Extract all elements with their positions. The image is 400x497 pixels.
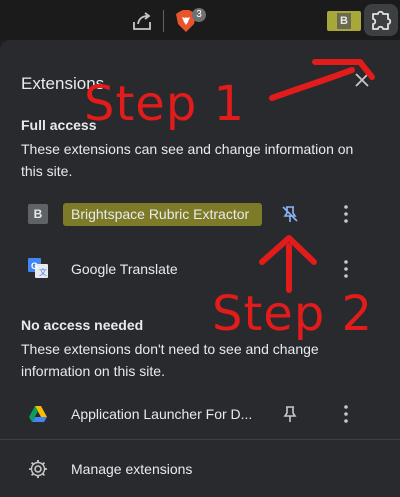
step1-label: Step 1 bbox=[84, 76, 246, 132]
step2-label: Step 2 bbox=[212, 286, 374, 342]
step1-arrow bbox=[269, 67, 355, 101]
annotation-layer bbox=[259, 59, 375, 293]
